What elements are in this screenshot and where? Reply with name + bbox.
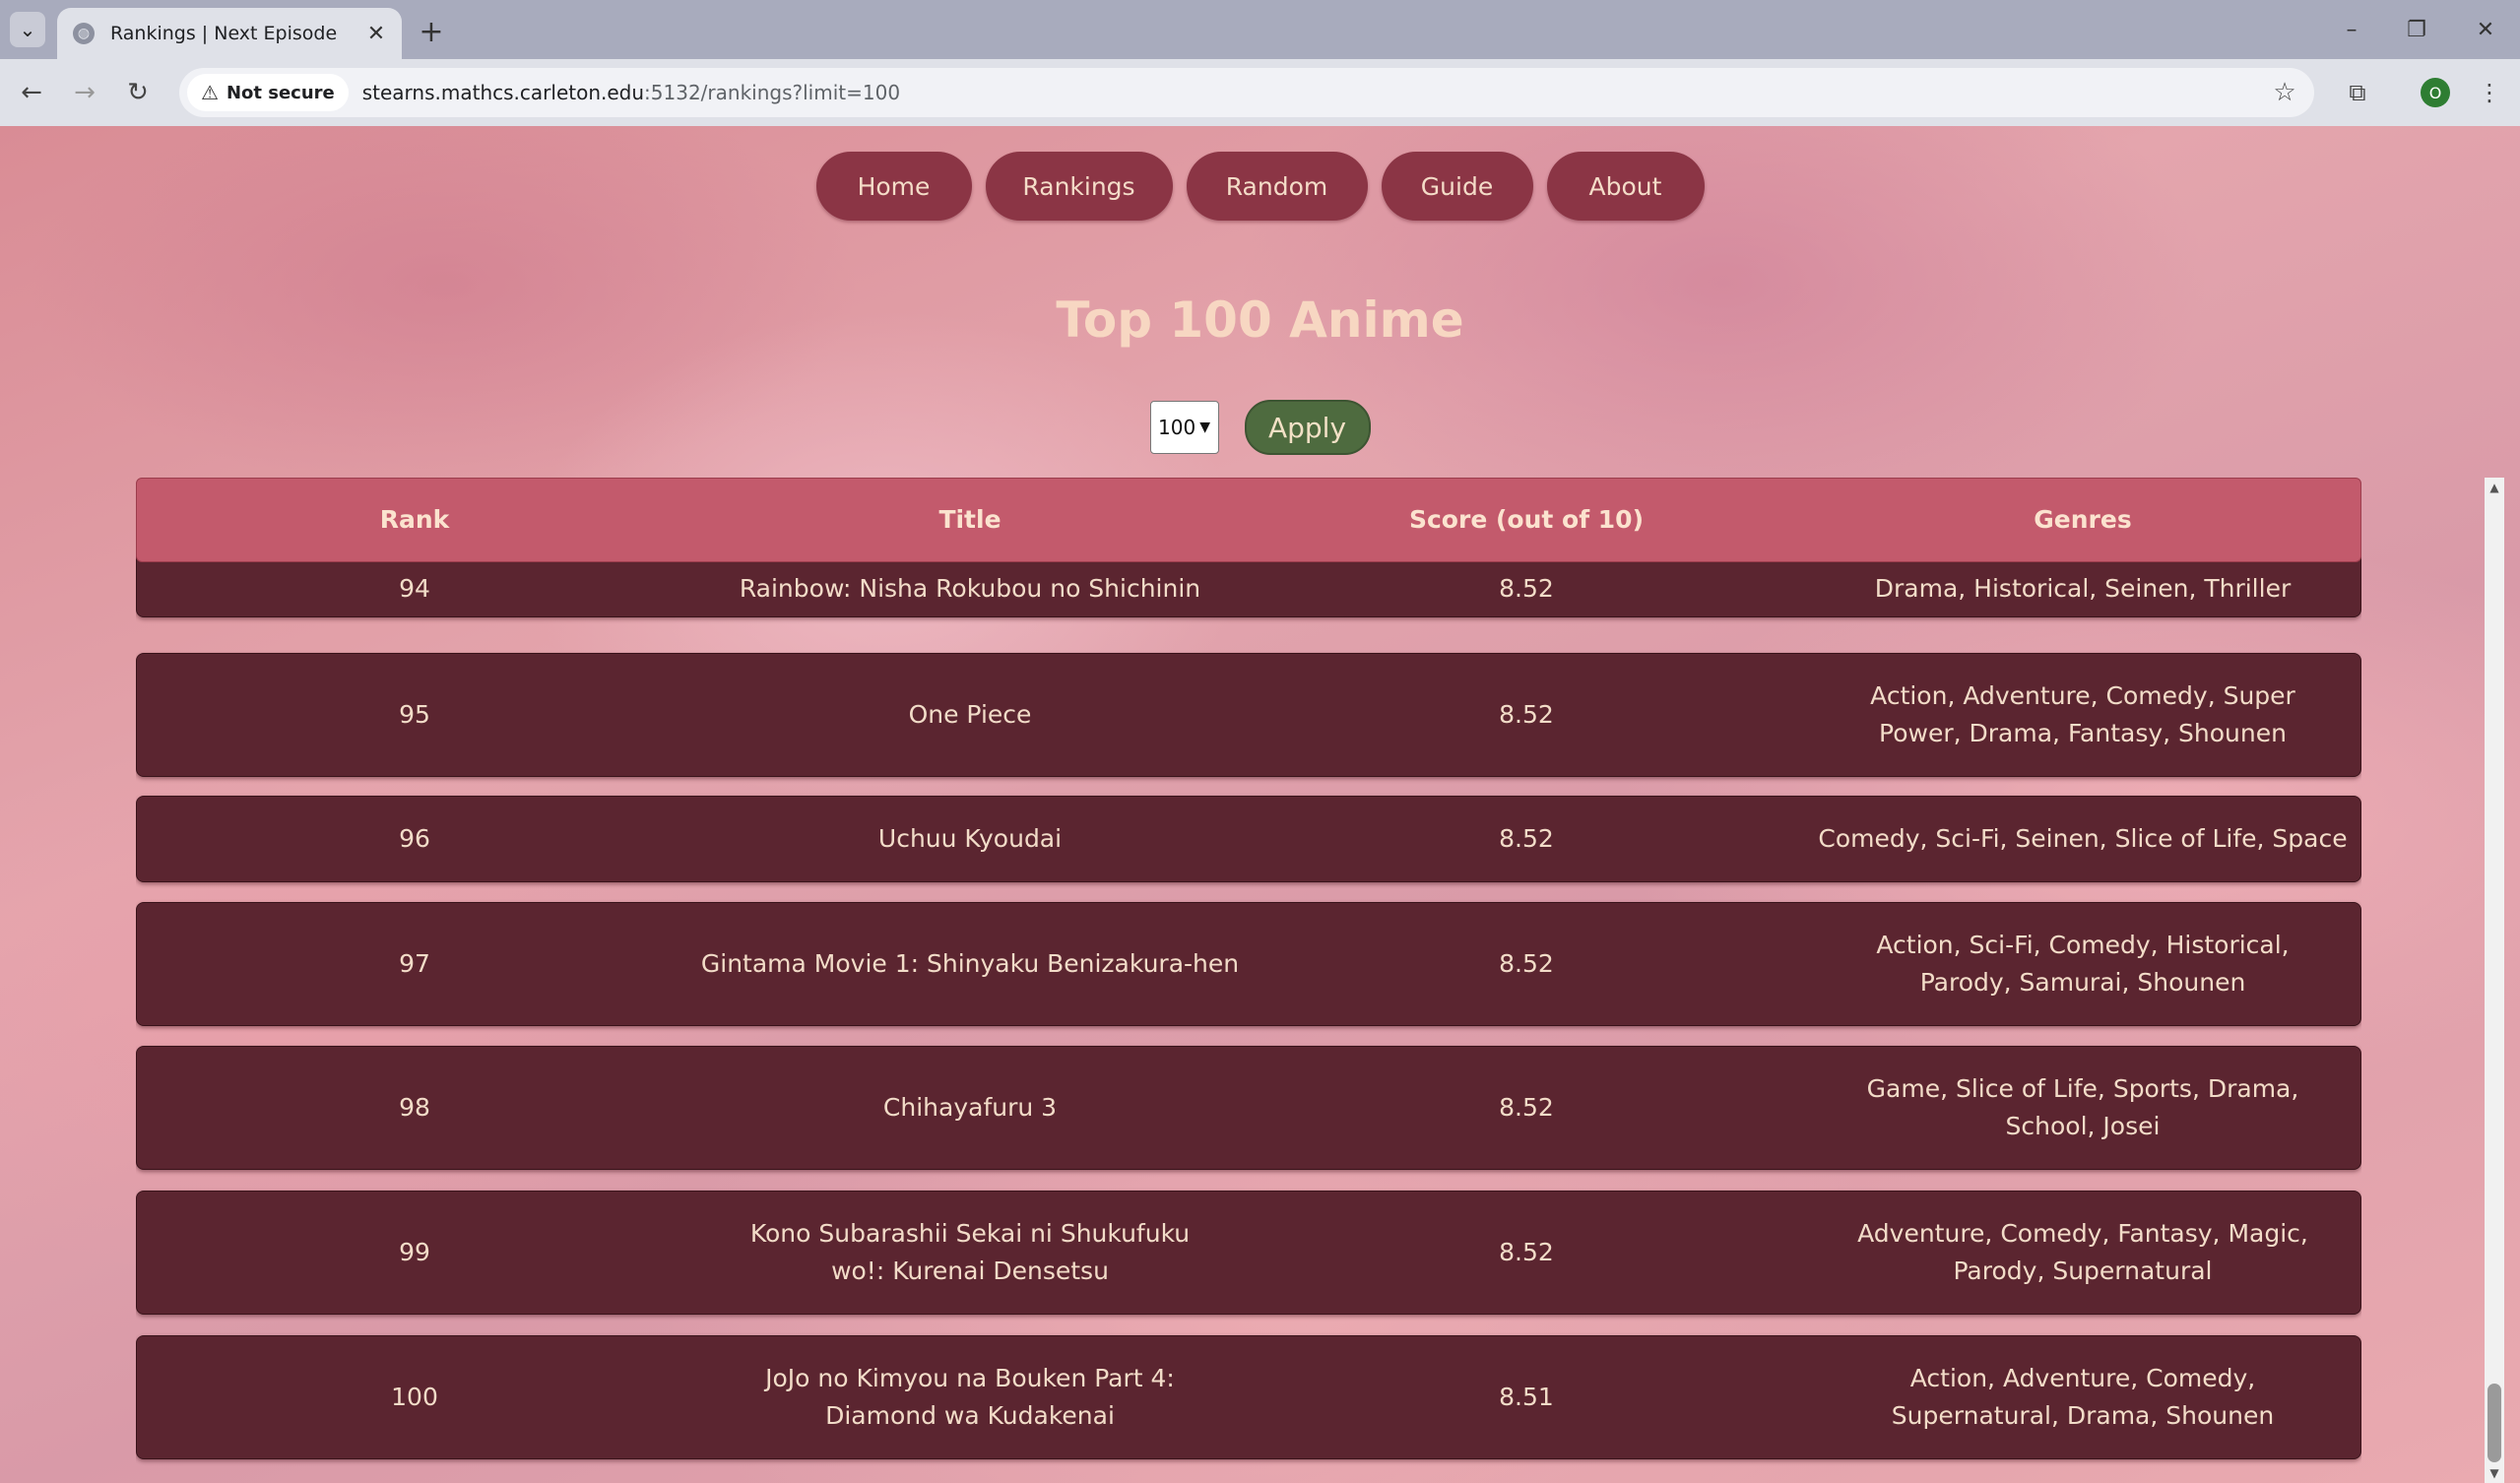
address-bar[interactable]: ⚠ Not secure stearns.mathcs.carleton.edu… bbox=[179, 68, 2314, 117]
url-host: stearns.mathcs.carleton.edu bbox=[361, 81, 645, 104]
table-header: Rank Title Score (out of 10) Genres bbox=[136, 478, 2361, 562]
scroll-down-arrow-icon[interactable]: ▼ bbox=[2485, 1463, 2504, 1483]
genres-cell: Action, Adventure, Comedy, Supernatural,… bbox=[1891, 1364, 2275, 1430]
score-cell: 8.52 bbox=[1499, 949, 1554, 978]
nav-random-button[interactable]: Random bbox=[1186, 152, 1368, 221]
tab-title: Rankings | Next Episode bbox=[110, 23, 338, 44]
rank-cell: 100 bbox=[391, 1383, 438, 1411]
not-secure-label: Not secure bbox=[226, 82, 335, 103]
limit-select-value: 100 bbox=[1158, 416, 1196, 439]
column-header-score: Score (out of 10) bbox=[1408, 505, 1644, 534]
table-row: 97 Gintama Movie 1: Shinyaku Benizakura-… bbox=[136, 902, 2361, 1026]
genres-cell: Comedy, Sci-Fi, Seinen, Slice of Life, S… bbox=[1818, 824, 2348, 853]
url-text[interactable]: stearns.mathcs.carleton.edu:5132/ranking… bbox=[362, 81, 2265, 104]
browser-tab-active[interactable]: ◍ Rankings | Next Episode ✕ bbox=[57, 8, 402, 59]
genres-cell: Adventure, Comedy, Fantasy, Magic, Parod… bbox=[1857, 1219, 2308, 1285]
table-row: 95 One Piece 8.52 Action, Adventure, Com… bbox=[136, 653, 2361, 777]
warning-triangle-icon: ⚠ bbox=[201, 81, 219, 104]
genres-cell: Game, Slice of Life, Sports, Drama, Scho… bbox=[1866, 1074, 2299, 1140]
url-path: :5132/rankings?limit=100 bbox=[644, 81, 901, 104]
title-cell: Rainbow: Nisha Rokubou no Shichinin bbox=[739, 574, 1201, 603]
security-indicator[interactable]: ⚠ Not secure bbox=[187, 74, 349, 111]
score-cell: 8.52 bbox=[1499, 700, 1554, 729]
genres-cell: Action, Sci-Fi, Comedy, Historical, Paro… bbox=[1876, 931, 2290, 997]
nav-guide-button[interactable]: Guide bbox=[1381, 152, 1533, 221]
globe-icon: ◍ bbox=[73, 23, 95, 44]
limit-select[interactable]: 100 ▼ bbox=[1149, 401, 1219, 454]
rankings-table: Rank Title Score (out of 10) Genres 94 R… bbox=[136, 478, 2361, 1483]
title-cell: JoJo no Kimyou na Bouken Part 4: Diamond… bbox=[765, 1364, 1175, 1430]
genres-cell: Drama, Historical, Seinen, Thriller bbox=[1874, 574, 2292, 603]
title-cell: Kono Subarashii Sekai ni Shukufuku wo!: … bbox=[749, 1219, 1191, 1285]
score-cell: 8.52 bbox=[1499, 824, 1554, 853]
table-row: 98 Chihayafuru 3 8.52 Game, Slice of Lif… bbox=[136, 1046, 2361, 1170]
apply-button[interactable]: Apply bbox=[1244, 400, 1371, 455]
rank-cell: 96 bbox=[399, 824, 430, 853]
reload-icon[interactable]: ↻ bbox=[118, 73, 158, 112]
table-row: 100 JoJo no Kimyou na Bouken Part 4: Dia… bbox=[136, 1335, 2361, 1459]
limit-controls: 100 ▼ Apply bbox=[0, 400, 2520, 455]
extensions-puzzle-icon[interactable]: ⧉ bbox=[2338, 73, 2377, 112]
nav-rankings-button[interactable]: Rankings bbox=[985, 152, 1173, 221]
score-cell: 8.51 bbox=[1499, 1383, 1554, 1411]
site-navigation: Home Rankings Random Guide About bbox=[0, 152, 2520, 221]
nav-about-button[interactable]: About bbox=[1546, 152, 1705, 221]
rank-cell: 98 bbox=[399, 1093, 430, 1122]
table-row: 96 Uchuu Kyoudai 8.52 Comedy, Sci-Fi, Se… bbox=[136, 796, 2361, 882]
rank-cell: 95 bbox=[399, 700, 430, 729]
minimize-window-icon[interactable]: – bbox=[2322, 10, 2381, 49]
close-window-icon[interactable]: ✕ bbox=[2456, 10, 2515, 49]
column-header-genres: Genres bbox=[2034, 505, 2132, 534]
back-arrow-icon[interactable]: ← bbox=[12, 73, 51, 112]
title-cell: Chihayafuru 3 bbox=[882, 1093, 1058, 1122]
column-header-title: Title bbox=[938, 505, 1002, 534]
nav-home-button[interactable]: Home bbox=[815, 152, 972, 221]
profile-avatar[interactable]: O bbox=[2421, 78, 2450, 107]
score-cell: 8.52 bbox=[1499, 1238, 1554, 1266]
page-title: Top 100 Anime bbox=[1056, 291, 1464, 349]
browser-tabstrip: ⌄ ◍ Rankings | Next Episode ✕ + – ❐ ✕ bbox=[0, 0, 2520, 59]
restore-window-icon[interactable]: ❐ bbox=[2387, 10, 2446, 49]
score-cell: 8.52 bbox=[1499, 1093, 1554, 1122]
column-header-rank: Rank bbox=[379, 505, 450, 534]
chevron-down-icon: ▼ bbox=[1199, 419, 1210, 435]
rank-cell: 99 bbox=[399, 1238, 430, 1266]
genres-cell: Action, Adventure, Comedy, Super Power, … bbox=[1870, 681, 2295, 747]
scroll-up-arrow-icon[interactable]: ▲ bbox=[2485, 478, 2504, 497]
tab-search-chevron-icon[interactable]: ⌄ bbox=[10, 12, 45, 47]
score-cell: 8.52 bbox=[1499, 574, 1554, 603]
scrollbar-thumb[interactable] bbox=[2488, 1384, 2501, 1462]
title-cell: Gintama Movie 1: Shinyaku Benizakura-hen bbox=[700, 949, 1240, 978]
browser-toolbar: ← → ↻ ⚠ Not secure stearns.mathcs.carlet… bbox=[0, 59, 2520, 126]
more-menu-icon[interactable]: ⋮ bbox=[2470, 73, 2509, 112]
close-tab-icon[interactable]: ✕ bbox=[362, 20, 390, 47]
title-cell: Uchuu Kyoudai bbox=[877, 824, 1063, 853]
title-cell: One Piece bbox=[908, 700, 1032, 729]
new-tab-plus-icon[interactable]: + bbox=[414, 14, 449, 49]
bookmark-star-icon[interactable]: ☆ bbox=[2265, 73, 2304, 112]
rank-cell: 94 bbox=[399, 574, 430, 603]
forward-arrow-icon[interactable]: → bbox=[65, 73, 104, 112]
rank-cell: 97 bbox=[399, 949, 430, 978]
table-row: 99 Kono Subarashii Sekai ni Shukufuku wo… bbox=[136, 1191, 2361, 1315]
table-scrollbar[interactable]: ▲ ▼ bbox=[2485, 478, 2504, 1483]
